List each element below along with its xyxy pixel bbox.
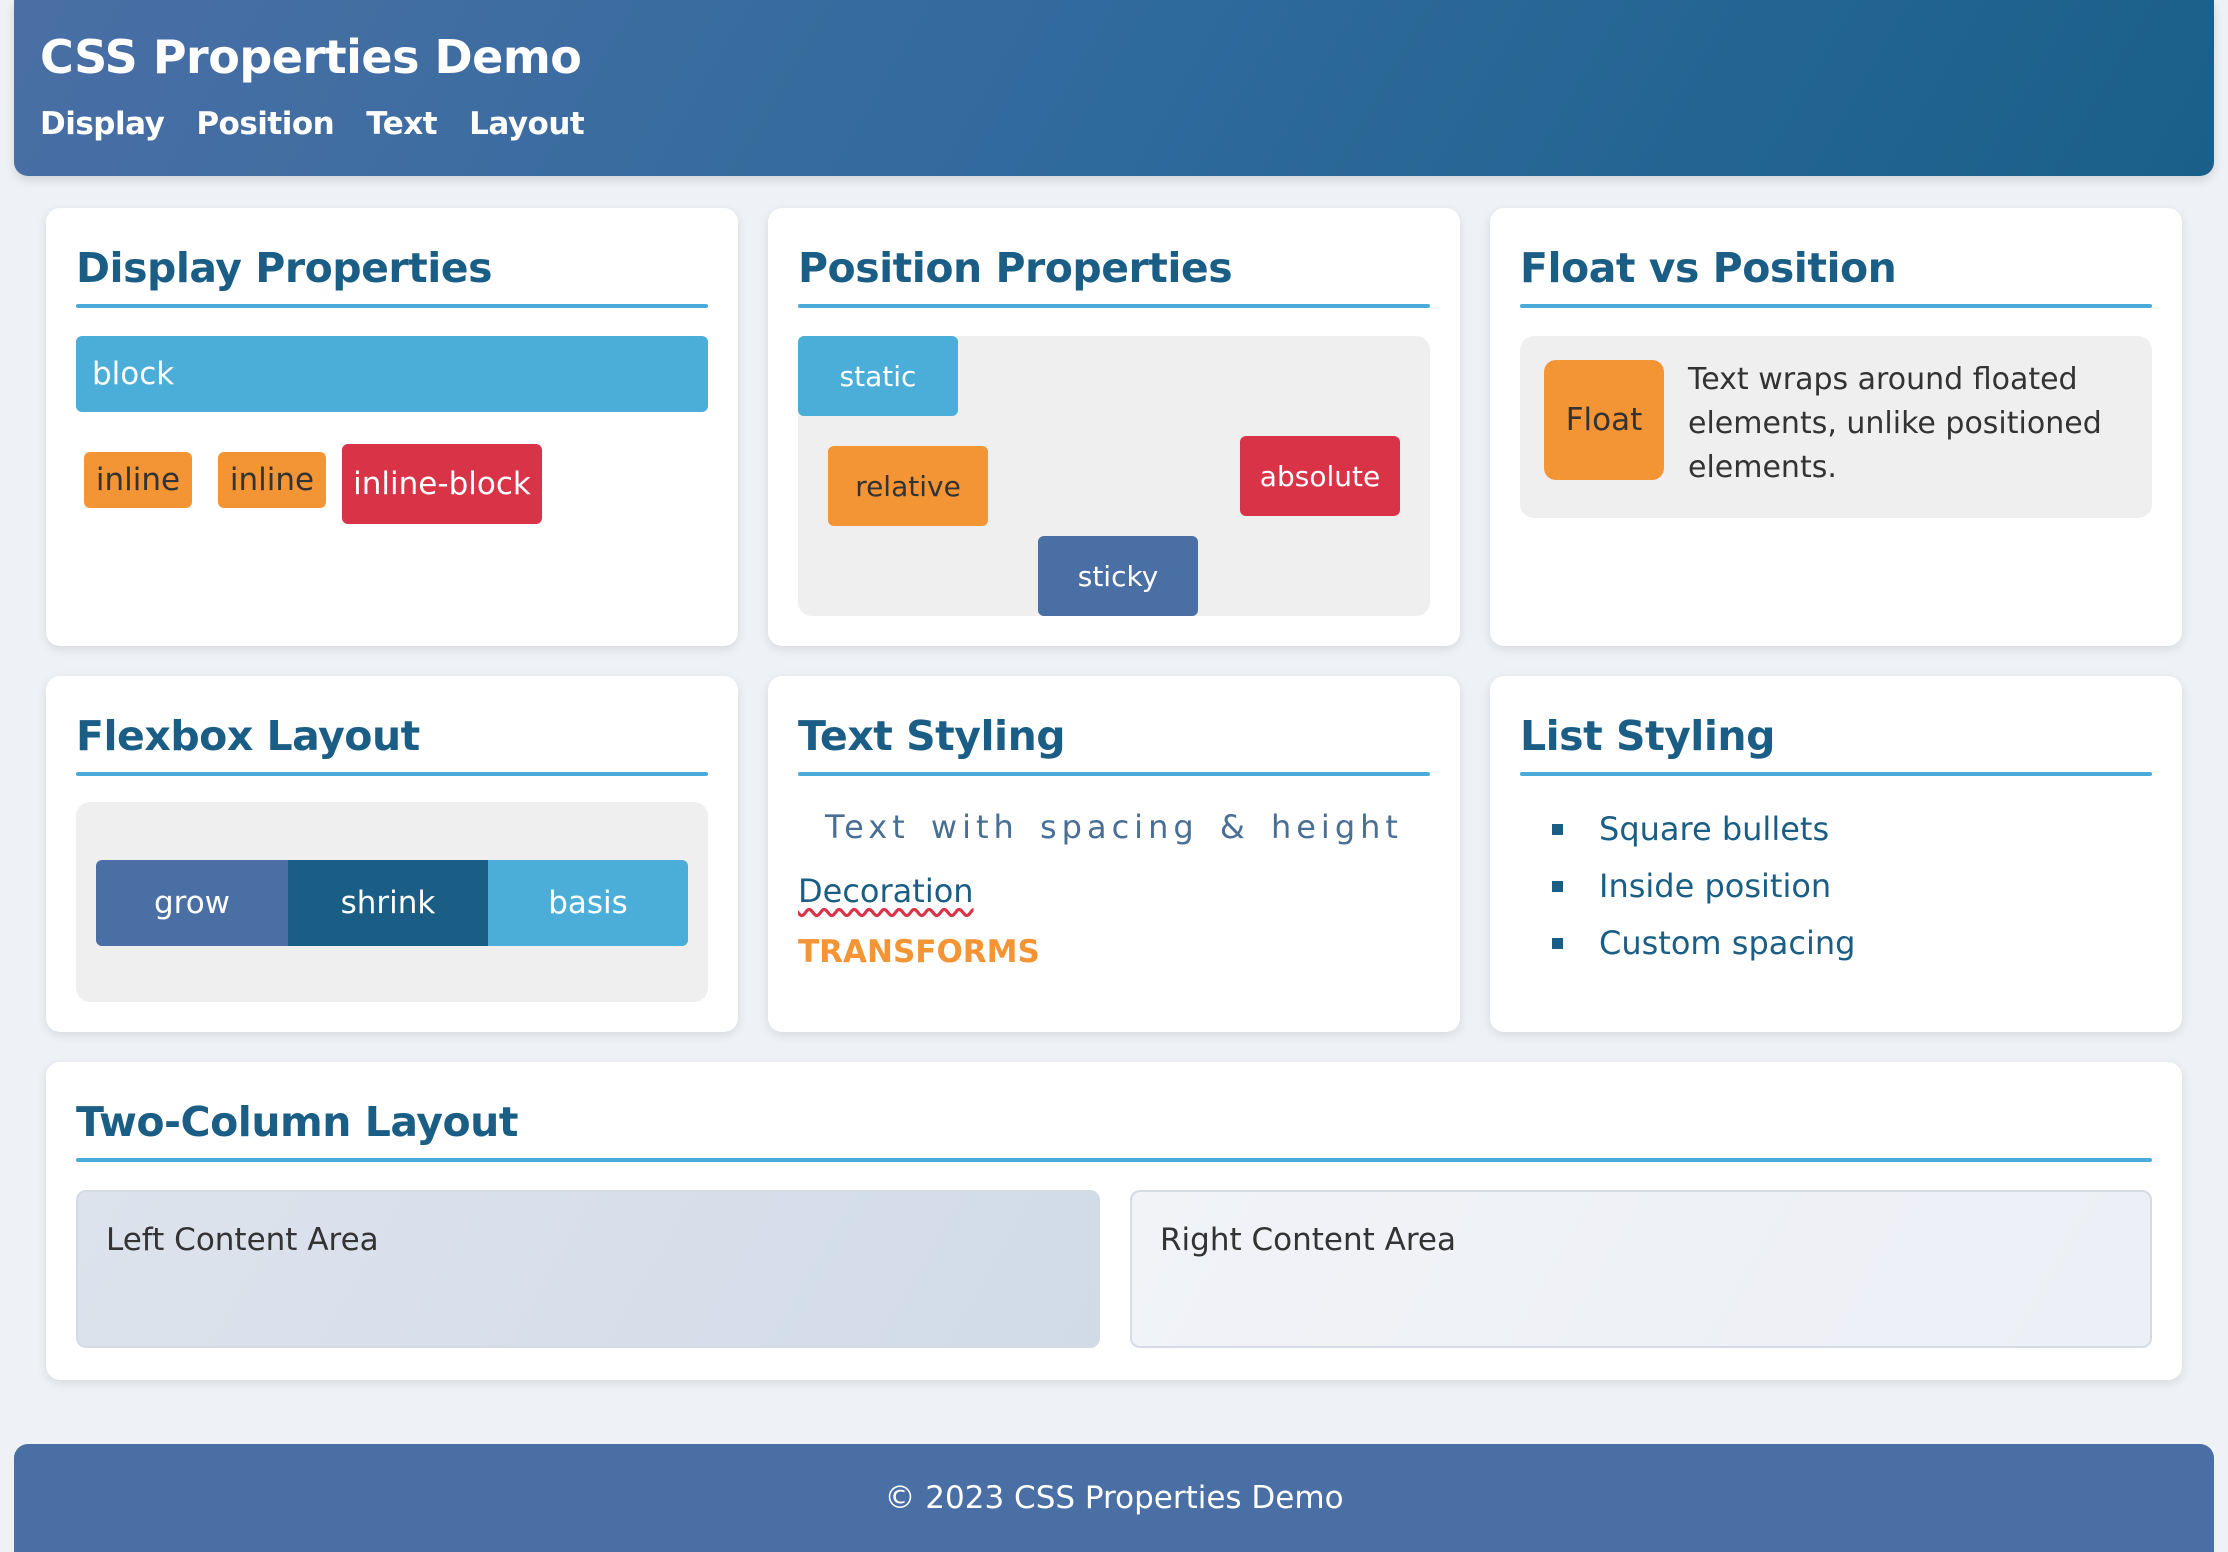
float-demo-area: Float Text wraps around floated elements…: [1520, 336, 2152, 518]
nav-link-position[interactable]: Position: [196, 106, 334, 142]
title-underline: [1520, 304, 2152, 308]
right-content-text: Right Content Area: [1160, 1222, 1456, 1258]
nav-link-text[interactable]: Text: [366, 106, 437, 142]
text-styling-card: Text Styling Text with spacing & height …: [768, 676, 1460, 1032]
card-title: Two-Column Layout: [76, 1098, 518, 1146]
inline-demo-box: inline: [218, 452, 326, 508]
card-title: Float vs Position: [1520, 244, 1897, 292]
inline-block-demo-box: inline-block: [342, 444, 542, 524]
position-properties-card: Position Properties static relative abso…: [768, 208, 1460, 646]
title-underline: [76, 304, 708, 308]
list-styling-card: List Styling Square bullets Inside posit…: [1490, 676, 2182, 1032]
decoration-text: Decoration: [798, 872, 974, 910]
inline-demo-box: inline: [84, 452, 192, 508]
flexbox-layout-card: Flexbox Layout grow shrink basis: [46, 676, 738, 1032]
list-item-text: Square bullets: [1599, 810, 1830, 848]
float-wrap-text: Text wraps around floated elements, unli…: [1688, 362, 2102, 485]
title-underline: [1520, 772, 2152, 776]
title-underline: [76, 772, 708, 776]
block-demo-box: block: [76, 336, 708, 412]
square-bullet-icon: [1552, 880, 1563, 892]
flex-item-basis: basis: [488, 860, 688, 946]
absolute-box: absolute: [1240, 436, 1400, 516]
list-item: Custom spacing: [1552, 924, 1855, 962]
flex-container: grow shrink basis: [96, 860, 688, 946]
card-title: Display Properties: [76, 244, 492, 292]
right-content-area: Right Content Area: [1130, 1190, 2152, 1348]
square-bullet-icon: [1552, 937, 1563, 949]
position-demo-area: static relative absolute sticky: [798, 336, 1430, 616]
main-nav: Display Position Text Layout: [40, 106, 585, 142]
title-underline: [798, 772, 1430, 776]
two-column-layout-card: Two-Column Layout Left Content Area Righ…: [46, 1062, 2182, 1380]
relative-box: relative: [828, 446, 988, 526]
transform-text: TRANSFORMS: [798, 934, 1040, 970]
footer-copyright: © 2023 CSS Properties Demo: [884, 1480, 1344, 1516]
static-box: static: [798, 336, 958, 416]
title-underline: [76, 1158, 2152, 1162]
nav-link-layout[interactable]: Layout: [469, 106, 585, 142]
left-content-area: Left Content Area: [76, 1190, 1100, 1348]
card-title: Text Styling: [798, 712, 1066, 760]
list-item-text: Custom spacing: [1599, 924, 1856, 962]
list-item-text: Inside position: [1599, 867, 1832, 905]
nav-link-display[interactable]: Display: [40, 106, 165, 142]
letter-spacing-text: Text with spacing & height: [825, 808, 1403, 846]
flex-item-shrink: shrink: [288, 860, 488, 946]
list-item: Square bullets: [1552, 810, 1829, 848]
float-vs-position-card: Float vs Position Float Text wraps aroun…: [1490, 208, 2182, 646]
display-properties-card: Display Properties block inline inline i…: [46, 208, 738, 646]
sticky-box: sticky: [1038, 536, 1198, 616]
square-bullet-icon: [1552, 823, 1563, 835]
flex-item-grow: grow: [96, 860, 288, 946]
card-title: Position Properties: [798, 244, 1233, 292]
title-underline: [798, 304, 1430, 308]
list-item: Inside position: [1552, 867, 1831, 905]
site-header: CSS Properties Demo Display Position Tex…: [14, 0, 2214, 176]
card-title: Flexbox Layout: [76, 712, 420, 760]
float-box: Float: [1544, 360, 1664, 480]
site-footer: © 2023 CSS Properties Demo: [14, 1444, 2214, 1552]
card-title: List Styling: [1520, 712, 1775, 760]
left-content-text: Left Content Area: [106, 1222, 379, 1258]
flex-demo-area: grow shrink basis: [76, 802, 708, 1002]
site-title: CSS Properties Demo: [40, 30, 582, 84]
